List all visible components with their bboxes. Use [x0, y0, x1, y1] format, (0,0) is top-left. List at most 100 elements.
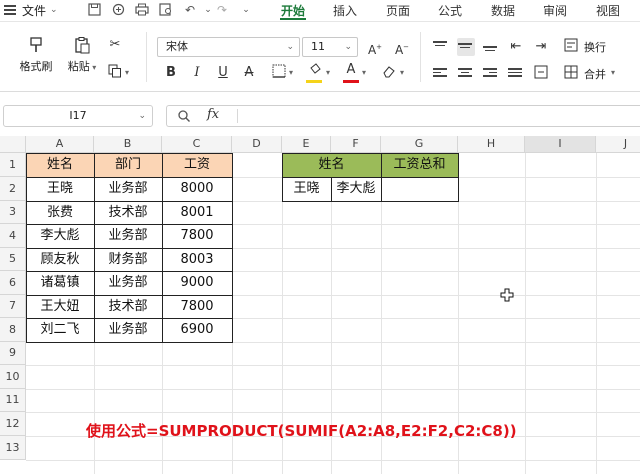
table-cell[interactable]: 顾友秋	[26, 248, 94, 271]
row-header-5[interactable]: 5	[0, 248, 26, 271]
table-cell[interactable]: 6900	[162, 318, 232, 342]
row-header-6[interactable]: 6	[0, 271, 26, 295]
table-cell[interactable]: 业务部	[94, 224, 162, 248]
chevron-down-icon[interactable]: ▾	[611, 68, 615, 77]
table-cell[interactable]: 李大彪	[26, 224, 94, 248]
italic-icon[interactable]: I	[188, 64, 206, 82]
table2-name-e2[interactable]: 王晓	[282, 177, 331, 201]
table2-header-total[interactable]: 工资总和	[381, 153, 458, 177]
column-header-f[interactable]: F	[331, 136, 381, 153]
column-header-h[interactable]: H	[458, 136, 525, 153]
table-cell[interactable]: 刘二飞	[26, 318, 94, 342]
column-header-b[interactable]: B	[94, 136, 162, 153]
chevron-down-icon[interactable]: ▾	[125, 68, 129, 77]
chevron-down-icon[interactable]: ▾	[326, 68, 330, 77]
scissors-icon[interactable]: ✂	[106, 36, 124, 54]
wrap-text-icon[interactable]	[562, 38, 580, 56]
table-cell[interactable]: 7800	[162, 295, 232, 318]
row-header-2[interactable]: 2	[0, 177, 26, 201]
column-header-e[interactable]: E	[282, 136, 331, 153]
table-cell[interactable]: 财务部	[94, 248, 162, 271]
align-bottom-icon[interactable]	[482, 38, 500, 56]
underline-icon[interactable]: U	[214, 64, 232, 82]
tab-formulas[interactable]: 公式	[438, 2, 462, 19]
table1-header-name[interactable]: 姓名	[26, 153, 94, 177]
row-header-7[interactable]: 7	[0, 295, 26, 318]
table-cell[interactable]: 业务部	[94, 177, 162, 201]
row-header-11[interactable]: 11	[0, 389, 26, 412]
table-cell[interactable]: 诸葛镇	[26, 271, 94, 295]
table-cell[interactable]: 8003	[162, 248, 232, 271]
align-left-icon[interactable]	[432, 65, 450, 83]
align-center-icon[interactable]	[457, 65, 475, 83]
spreadsheet-grid[interactable]: A B C D E F G H I J 1 2 3 4 5 6 7 8 9 10…	[0, 136, 640, 474]
fx-icon[interactable]: fx	[207, 107, 219, 122]
tab-insert[interactable]: 插入	[333, 2, 357, 19]
tab-page[interactable]: 页面	[386, 2, 410, 19]
table2-name-f2[interactable]: 李大彪	[331, 177, 381, 201]
print-preview-icon[interactable]	[158, 3, 174, 17]
table-cell[interactable]: 8000	[162, 177, 232, 201]
eraser-icon[interactable]	[380, 64, 398, 82]
indent-decrease-icon[interactable]: ⇤	[507, 38, 525, 56]
justify-icon[interactable]	[507, 65, 525, 83]
chevron-down-icon[interactable]: ▾	[362, 68, 366, 77]
column-header-d[interactable]: D	[232, 136, 282, 153]
table-cell[interactable]: 张费	[26, 201, 94, 224]
table-cell[interactable]: 业务部	[94, 318, 162, 342]
table-cell[interactable]: 7800	[162, 224, 232, 248]
chevron-down-icon[interactable]: ▾	[289, 68, 293, 77]
tab-home[interactable]: 开始	[281, 2, 305, 19]
save-icon[interactable]	[86, 3, 102, 17]
row-header-1[interactable]: 1	[0, 153, 26, 177]
format-painter-button[interactable]: 格式刷	[18, 36, 54, 74]
table2-header-name[interactable]: 姓名	[282, 153, 381, 177]
select-all-corner[interactable]	[0, 136, 26, 153]
chevron-down-icon[interactable]: ⌄	[238, 3, 254, 17]
row-header-12[interactable]: 12	[0, 412, 26, 436]
indent-increase-icon[interactable]: ⇥	[532, 38, 550, 56]
file-menu[interactable]: 文件 ⌄	[0, 0, 58, 20]
search-icon[interactable]	[177, 109, 191, 123]
row-header-8[interactable]: 8	[0, 318, 26, 342]
bold-icon[interactable]: B	[162, 64, 180, 82]
table-cell[interactable]: 业务部	[94, 271, 162, 295]
row-header-9[interactable]: 9	[0, 342, 26, 365]
table-cell[interactable]: 王晓	[26, 177, 94, 201]
align-middle-icon[interactable]	[457, 38, 475, 56]
print-icon[interactable]	[134, 3, 150, 17]
font-size-select[interactable]: 11 ⌄	[302, 37, 358, 57]
merge-label[interactable]: 合并	[584, 66, 606, 82]
copy-icon[interactable]	[106, 64, 124, 82]
column-header-i[interactable]: I	[525, 136, 596, 153]
table1-header-salary[interactable]: 工资	[162, 153, 232, 177]
decrease-font-icon[interactable]: A−	[393, 38, 411, 57]
column-header-g[interactable]: G	[381, 136, 458, 153]
export-icon[interactable]	[110, 3, 126, 17]
undo-icon[interactable]: ↶	[182, 3, 198, 17]
font-color-icon[interactable]: A	[342, 61, 360, 79]
strikethrough-icon[interactable]: A	[240, 64, 258, 82]
increase-font-icon[interactable]: A+	[366, 38, 384, 57]
row-header-4[interactable]: 4	[0, 224, 26, 248]
table-cell[interactable]: 技术部	[94, 295, 162, 318]
column-header-a[interactable]: A	[26, 136, 94, 153]
row-header-10[interactable]: 10	[0, 365, 26, 389]
align-top-icon[interactable]	[432, 38, 450, 56]
row-header-13[interactable]: 13	[0, 436, 26, 460]
tab-view[interactable]: 视图	[596, 2, 620, 19]
name-box[interactable]: I17 ⌄	[3, 105, 153, 127]
table1-header-dept[interactable]: 部门	[94, 153, 162, 177]
column-header-c[interactable]: C	[162, 136, 232, 153]
font-name-select[interactable]: 宋体 ⌄	[157, 37, 300, 57]
wrap-text-label[interactable]: 换行	[584, 39, 606, 55]
tab-data[interactable]: 数据	[491, 2, 515, 19]
formula-input[interactable]: fx	[166, 105, 640, 127]
table-cell[interactable]: 8001	[162, 201, 232, 224]
table-cell[interactable]: 技术部	[94, 201, 162, 224]
row-header-3[interactable]: 3	[0, 201, 26, 224]
chevron-down-icon[interactable]: ▾	[400, 68, 404, 77]
paste-button[interactable]: 粘贴 ▾	[64, 36, 100, 74]
table-cell[interactable]: 王大妞	[26, 295, 94, 318]
merge-cells-icon[interactable]	[562, 65, 580, 83]
